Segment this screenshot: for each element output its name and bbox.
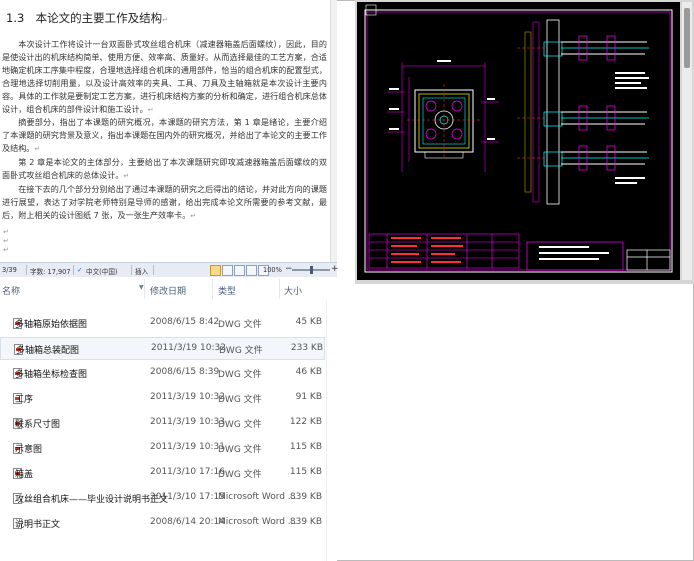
file-date: 2011/3/10 17:16	[150, 467, 225, 477]
document-page[interactable]: 1.3 本论文的主要工作及结构↵ 本次设计工作将设计一台双面卧式攻丝组合机床（减…	[0, 0, 337, 262]
section-title: 本论文的主要工作及结构	[35, 11, 163, 25]
file-size: 115 KB	[289, 442, 322, 452]
doc-paragraph: 本次设计工作将设计一台双面卧式攻丝组合机床（减速器箱盖后面螺纹），因此，目的是使…	[2, 39, 327, 114]
zoom-slider-thumb[interactable]	[309, 266, 313, 274]
dimension-lines	[387, 62, 499, 172]
file-name: 箱盖	[15, 470, 34, 480]
status-divider	[26, 265, 27, 275]
spellcheck-icon[interactable]: ✓	[77, 266, 83, 274]
file-row[interactable]: 箱盖 2011/3/10 17:16 DWG 文件 115 KB	[0, 462, 325, 485]
doc-paragraph: 摘要部分，指出了本课题的研究概况，本课题的研究方法，第 1 章是绪论，主要介绍了…	[2, 117, 327, 154]
file-row[interactable]: 联系尺寸图 2011/3/19 10:33 DWG 文件 122 KB	[0, 412, 325, 435]
print-layout-view-icon[interactable]	[210, 265, 221, 276]
file-type: DWG 文件	[218, 320, 262, 330]
cad-drawing	[364, 4, 673, 273]
word-count[interactable]: 字数: 17,907	[30, 266, 71, 276]
file-size: 839 KB	[289, 517, 322, 527]
file-size: 839 KB	[289, 492, 322, 502]
file-date: 2011/3/19 10:33	[150, 417, 225, 427]
file-row[interactable]: 示意图 2011/3/19 10:31 DWG 文件 115 KB	[0, 437, 325, 460]
file-type: DWG 文件	[218, 445, 262, 455]
sort-dropdown-icon[interactable]: ▼	[139, 284, 144, 291]
file-size: 122 KB	[289, 417, 322, 427]
file-type: DWG 文件	[218, 395, 262, 405]
outline-view-icon[interactable]	[246, 265, 257, 276]
zoom-level[interactable]: 100%	[263, 266, 282, 274]
document-scrollbar[interactable]	[330, 0, 337, 262]
spindle-assembly-view	[517, 19, 649, 205]
column-header-type[interactable]: 类型	[218, 284, 236, 297]
file-name: 工序	[15, 395, 34, 405]
file-name: 多轴箱原始依据图	[15, 320, 88, 330]
section-heading: 1.3 本论文的主要工作及结构↵	[6, 10, 168, 26]
file-name: 示意图	[15, 445, 43, 455]
file-row[interactable]: 说明书正文 2008/6/14 20:14 Microsoft Word ...…	[0, 512, 325, 535]
cad-scrollbar-thumb[interactable]	[684, 8, 690, 68]
status-divider	[131, 265, 132, 275]
empty-paragraph-marks: ↵ ↵ ↵	[3, 228, 9, 254]
column-header-name[interactable]: 名称	[2, 284, 20, 297]
section-number: 1.3	[6, 11, 25, 25]
file-size: 45 KB	[295, 317, 322, 327]
file-size: 115 KB	[289, 467, 322, 477]
drawing-inner-border	[366, 11, 671, 271]
column-divider[interactable]	[279, 279, 280, 299]
drawing-border	[364, 9, 673, 273]
paragraph-mark-icon: ↵	[123, 172, 130, 181]
column-header-row: 名称 ▼ 修改日期 类型 大小	[0, 277, 337, 301]
file-size: 91 KB	[295, 392, 322, 402]
file-date: 2011/3/19 10:32	[151, 343, 226, 353]
file-type: DWG 文件	[218, 470, 262, 480]
file-date: 2008/6/15 8:42	[150, 317, 220, 327]
file-list: 名称 ▼ 修改日期 类型 大小 多轴箱原始依据图 2008/6/15 8:42 …	[0, 277, 337, 561]
file-size: 233 KB	[290, 343, 323, 353]
page-indicator[interactable]: 3/39	[2, 266, 17, 274]
paragraph-mark-icon: ↵	[190, 211, 197, 220]
language-indicator[interactable]: 中文(中国)	[86, 266, 118, 276]
column-header-size[interactable]: 大小	[284, 284, 302, 297]
zoom-in-button[interactable]: +	[331, 264, 339, 274]
file-row[interactable]: 多轴箱原始依据图 2008/6/15 8:42 DWG 文件 45 KB	[0, 312, 325, 335]
column-divider[interactable]	[212, 279, 213, 299]
paragraph-mark-icon: ↵	[147, 105, 154, 114]
cad-drawing-canvas[interactable]	[357, 2, 680, 280]
file-list-scrollbar[interactable]	[326, 301, 337, 561]
status-divider	[153, 265, 154, 275]
column-header-date[interactable]: 修改日期	[150, 284, 186, 297]
paragraph-mark-icon: ↵	[34, 145, 41, 154]
gearbox-section-view	[407, 84, 481, 159]
document-body: 本次设计工作将设计一台双面卧式攻丝组合机床（减速器箱盖后面螺纹），因此，目的是使…	[2, 38, 327, 223]
full-screen-reading-view-icon[interactable]	[222, 265, 233, 276]
part-labels	[389, 60, 495, 140]
file-size: 46 KB	[295, 367, 322, 377]
file-date: 2008/6/14 20:14	[150, 517, 225, 527]
file-name: 联系尺寸图	[15, 420, 61, 430]
file-type: DWG 文件	[218, 420, 262, 430]
file-name: 多轴箱坐标检查图	[15, 370, 88, 380]
doc-paragraph: 在接下去的几个部分分别给出了通过本课题的研究之后得出的结论，并对此方向的课题进行…	[2, 183, 327, 220]
doc-paragraph: 第 2 章是本论文的主体部分，主要给出了本次课题研究即攻减速器箱盖后面螺纹的双面…	[2, 157, 327, 181]
file-date: 2011/3/10 17:15	[150, 492, 225, 502]
file-date: 2011/3/19 10:32	[150, 392, 225, 402]
file-row[interactable]: 攻丝组合机床——毕业设计说明书正文 2011/3/10 17:15 Micros…	[0, 487, 325, 510]
status-divider	[73, 265, 74, 275]
file-date: 2008/6/15 8:39	[150, 367, 220, 377]
file-row-selected[interactable]: 多轴箱总装配图 2011/3/19 10:32 DWG 文件 233 KB	[0, 337, 325, 360]
file-date: 2011/3/19 10:31	[150, 442, 225, 452]
file-type: DWG 文件	[218, 370, 262, 380]
file-name: 说明书正文	[15, 520, 61, 530]
technical-requirements-text	[539, 246, 609, 260]
file-type: DWG 文件	[219, 346, 263, 356]
file-name: 攻丝组合机床——毕业设计说明书正文	[15, 495, 169, 505]
word-status-bar: 3/39 字数: 17,907 ✓ 中文(中国) 插入 100% − +	[0, 262, 339, 278]
cad-drawing-viewer[interactable]	[355, 0, 694, 284]
paragraph-mark-icon: ↵	[162, 16, 169, 24]
web-layout-view-icon[interactable]	[234, 265, 245, 276]
file-row[interactable]: 多轴箱坐标检查图 2008/6/15 8:39 DWG 文件 46 KB	[0, 362, 325, 385]
spindle-notes	[615, 72, 649, 184]
file-row[interactable]: 工序 2011/3/19 10:32 DWG 文件 91 KB	[0, 387, 325, 410]
file-name: 多轴箱总装配图	[16, 346, 80, 356]
column-divider[interactable]	[144, 279, 145, 299]
insert-mode[interactable]: 插入	[135, 266, 148, 276]
